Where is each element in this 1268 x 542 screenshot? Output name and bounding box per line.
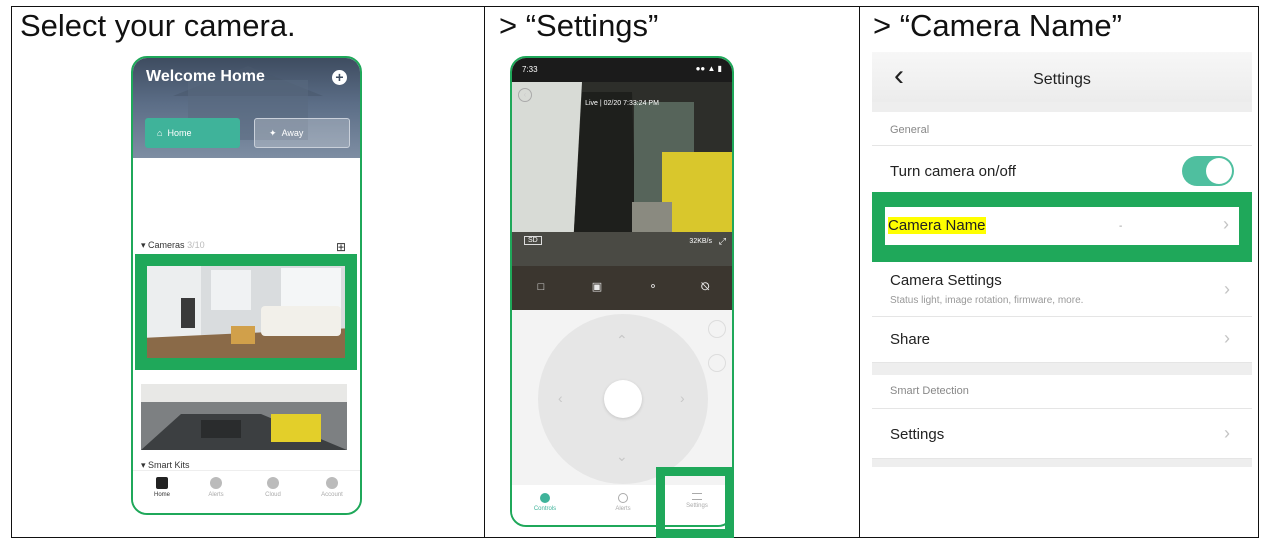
collapse-triangle-icon: ▾ [141,460,146,470]
alert-icon [618,493,628,503]
preset-icon[interactable] [708,320,726,338]
smart-kits-label: Smart Kits [148,460,190,470]
chevron-right-icon: › [1224,328,1230,348]
welcome-title: Welcome Home [146,68,265,85]
camera-settings-row[interactable]: Camera Settings Status light, image rota… [872,262,1252,317]
tab-alerts[interactable]: Alerts [598,493,648,512]
camera-control-bar: □ ▣ ⚬ ⦰ [512,266,732,310]
up-arrow-icon[interactable]: ⌃ [616,332,628,349]
quality-selector[interactable]: SD [524,236,542,245]
away-icon: ✦ [269,128,277,138]
right-arrow-icon[interactable]: › [680,390,685,406]
fullscreen-icon[interactable]: ⤢ [719,236,726,247]
tab-label: Alerts [208,492,224,498]
step1-title: Select your camera. [20,8,296,43]
back-icon[interactable]: ‹ [518,88,532,102]
camera-settings-subtitle: Status light, image rotation, firmware, … [890,295,1084,306]
share-row[interactable]: Share › [872,317,1252,363]
alert-icon [210,477,222,489]
tab-alerts[interactable]: Alerts [193,477,239,498]
section-gap [872,363,1252,375]
joystick-knob[interactable] [604,380,642,418]
cameras-label: Cameras [148,240,185,250]
tab-account[interactable]: Account [309,477,355,498]
tab-label: Cloud [265,492,281,498]
smart-detection-settings-label: Settings [890,426,945,443]
turn-camera-label: Turn camera on/off [890,163,1016,180]
home-mode-button[interactable]: ⌂ Home [145,118,240,148]
signal-wifi-battery-icon: ●● ▲ ▮ [695,64,722,73]
smart-detection-section-header: Smart Detection [872,375,1252,409]
camera-name-row[interactable]: Camera Name - › [885,207,1239,245]
settings-nav-bar: ‹ Settings [872,52,1252,102]
collapse-triangle-icon: ▾ [141,240,146,250]
camera-name-label: Camera Name [888,217,986,234]
settings-highlight-box [656,467,734,538]
camera-highlight-box [135,254,357,370]
cameras-section-header[interactable]: ▾ Cameras 3/10 [141,240,205,251]
tab-label: Controls [533,506,557,512]
chevron-right-icon: › [1223,214,1229,234]
away-mode-button[interactable]: ✦ Away [254,118,350,148]
settings-nav-title: Settings [1033,71,1091,88]
cameras-count: 3/10 [187,240,205,250]
camera-settings-label: Camera Settings [890,272,1002,289]
chevron-right-icon: › [1224,279,1230,299]
bitrate-readout: 32KB/s [689,238,712,245]
section-gap [872,102,1252,112]
toggle-knob [1206,158,1232,184]
tab-label: Alerts [615,506,631,512]
home-icon [156,477,168,489]
general-label: General [890,124,930,136]
live-video-feed[interactable]: Live | 02/20 7:33:24 PM ‹ SD 32KB/s ⤢ [512,82,732,266]
mute-icon[interactable]: ⦰ [698,280,712,294]
home-mode-label: Home [167,128,192,138]
gallery-icon[interactable] [708,354,726,372]
house-icon: ⌂ [157,128,163,138]
step3-title: > “Camera Name” [873,8,1122,43]
record-video-icon[interactable]: □ [534,280,548,294]
share-label: Share [890,331,931,348]
live-timestamp: Live | 02/20 7:33:24 PM [585,100,659,107]
tab-home[interactable]: Home [139,477,185,498]
snapshot-icon[interactable]: ▣ [590,280,604,294]
chevron-right-icon: › [1224,423,1230,443]
pan-tilt-joystick[interactable]: ⌃ ⌄ ‹ › [538,314,708,484]
camera-power-toggle[interactable] [1182,156,1234,186]
controls-icon [540,493,550,503]
status-bar: 7:33 ●● ▲ ▮ [512,58,732,82]
column-divider [859,7,860,537]
camera-name-value: - [1119,221,1123,232]
grid-view-icon[interactable]: ⊞ [336,240,346,254]
tab-label: Home [153,492,170,498]
status-time: 7:33 [522,65,538,74]
account-icon [326,477,338,489]
cloud-icon [267,477,279,489]
general-section-header: General [872,112,1252,146]
bottom-tab-bar: Home Alerts Cloud Account [133,470,360,513]
column-divider [484,7,485,537]
tab-controls[interactable]: Controls [520,493,570,512]
smart-detection-settings-row[interactable]: Settings › [872,409,1252,459]
smart-detection-label: Smart Detection [890,385,969,397]
tab-label: Account [321,492,343,498]
section-gap [872,459,1252,467]
away-mode-label: Away [281,128,304,138]
phone-camera-view: 7:33 ●● ▲ ▮ Live | 02/20 7:33:24 PM ‹ SD… [510,56,734,527]
microphone-icon[interactable]: ⚬ [646,280,660,294]
step2-title: > “Settings” [499,8,659,43]
camera-thumbnail-garage[interactable] [141,384,347,450]
plus-icon[interactable]: + [332,70,347,85]
tab-cloud[interactable]: Cloud [250,477,296,498]
down-arrow-icon[interactable]: ⌄ [616,448,628,465]
garage-image [141,384,347,450]
left-arrow-icon[interactable]: ‹ [558,390,563,406]
